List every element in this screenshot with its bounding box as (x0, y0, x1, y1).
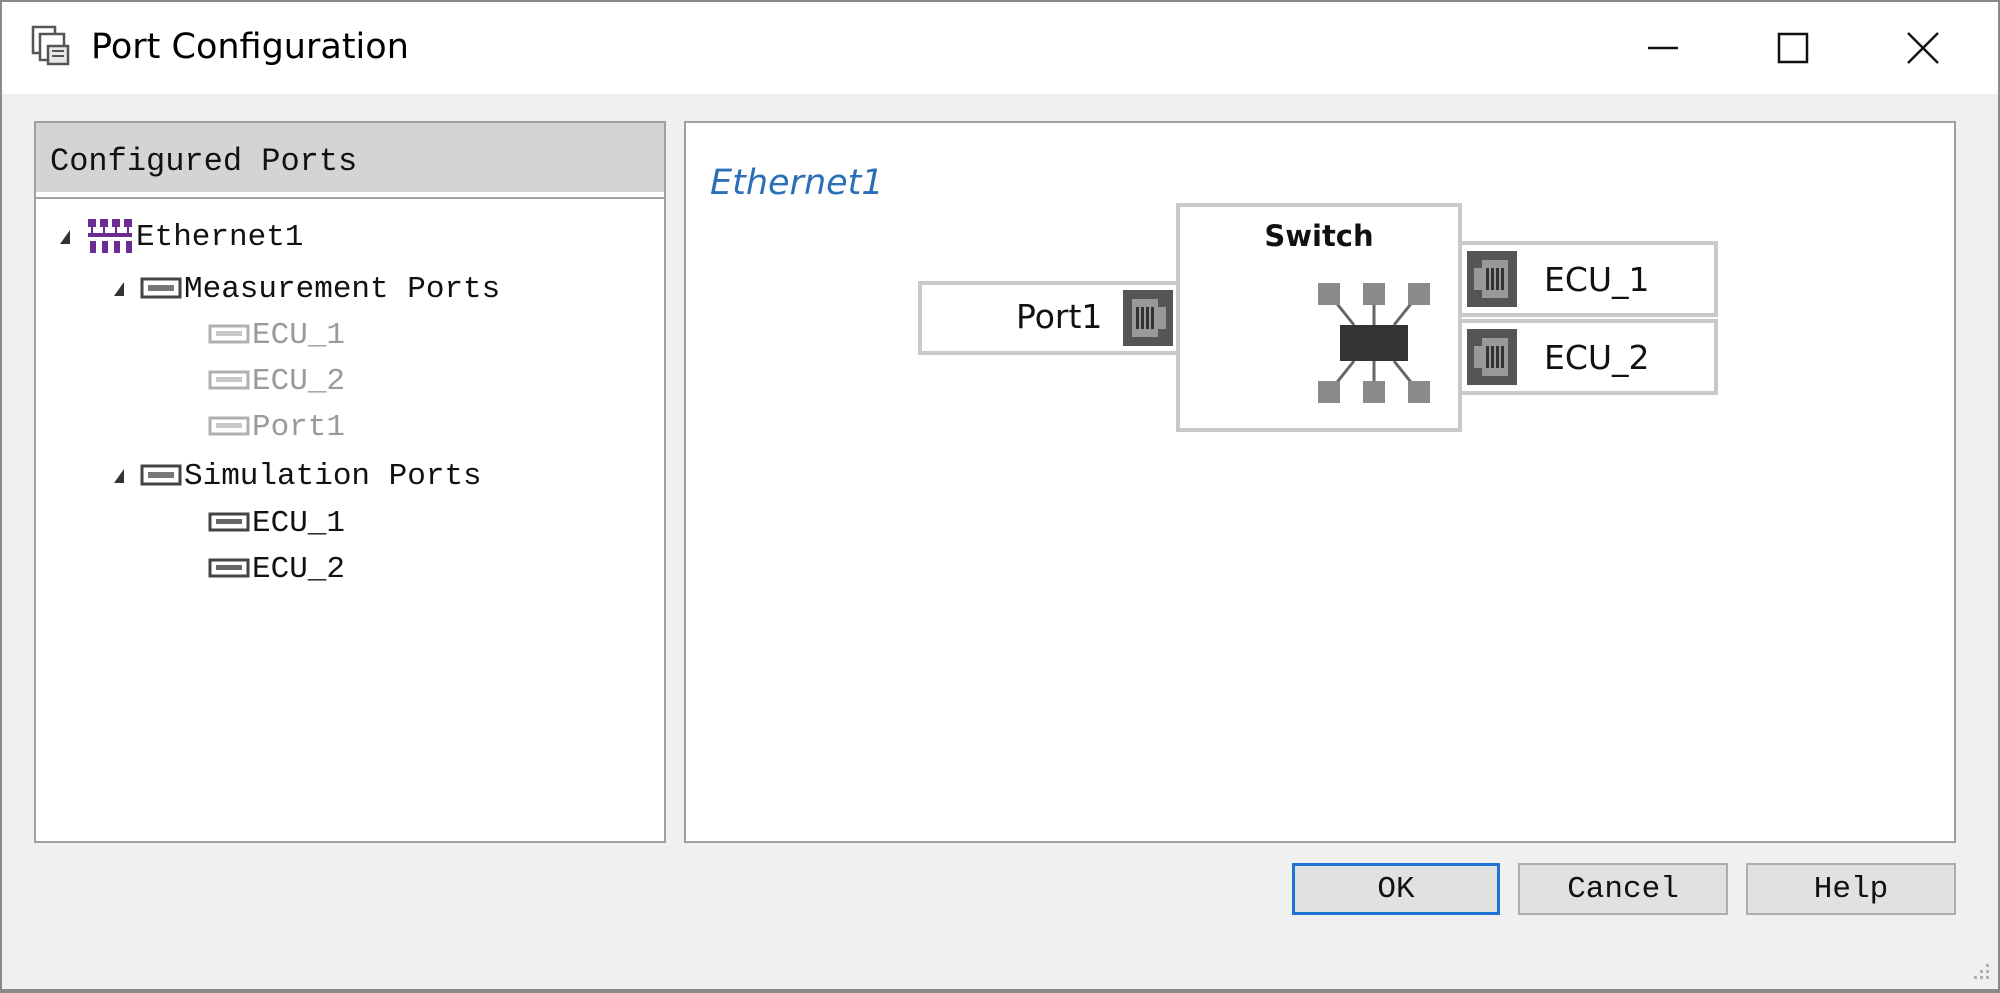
tree-leaf-simulation-ecu2[interactable]: ECU_2 (208, 549, 345, 589)
port-disabled-icon (208, 416, 250, 436)
ok-button[interactable]: OK (1292, 863, 1500, 915)
tree-node-simulation-ports[interactable]: Simulation Ports (114, 456, 482, 496)
tree-label-ethernet1: Ethernet1 (136, 219, 304, 255)
tree-node-measurement-ports[interactable]: Measurement Ports (114, 269, 500, 309)
port-configuration-dialog: Port Configuration Configured Ports Ethe… (0, 0, 2000, 993)
network-diagram-panel: Ethernet1 Port1 Switch ECU_1 ECU_2 (684, 121, 1956, 843)
ethernet-jack-icon (1123, 290, 1173, 346)
cancel-button[interactable]: Cancel (1518, 863, 1728, 915)
minimize-icon (1648, 46, 1678, 50)
ethernet-network-icon (88, 219, 132, 253)
minimize-button[interactable] (1598, 2, 1728, 94)
maximize-button[interactable] (1728, 2, 1858, 94)
port-disabled-icon (208, 324, 250, 344)
configured-ports-header-label: Configured Ports (50, 143, 358, 180)
tree-label-simulation-ecu2: ECU_2 (252, 551, 346, 587)
diagram-port-ecu1-label: ECU_1 (1544, 260, 1650, 299)
port-group-icon (140, 277, 182, 299)
window-title: Port Configuration (91, 27, 409, 67)
switch-label: Switch (1264, 219, 1374, 253)
tree-leaf-simulation-ecu1[interactable]: ECU_1 (208, 503, 345, 543)
tree-leaf-measurement-ecu1[interactable]: ECU_1 (208, 315, 345, 355)
resize-grip-icon[interactable] (1970, 960, 1992, 982)
network-name-label: Ethernet1 (710, 163, 884, 203)
tree-label-measurement-port1: Port1 (252, 409, 346, 445)
port-icon (208, 512, 250, 532)
expand-arrow-icon[interactable] (114, 469, 124, 483)
port-group-icon (140, 464, 182, 486)
ethernet-jack-icon (1467, 329, 1517, 385)
close-button[interactable] (1858, 2, 1988, 94)
network-switch[interactable]: Switch (1176, 203, 1462, 432)
port-icon (208, 558, 250, 578)
diagram-port-ecu2-label: ECU_2 (1544, 338, 1650, 377)
tree-leaf-measurement-ecu2[interactable]: ECU_2 (208, 361, 345, 401)
port-config-app-icon (31, 25, 70, 66)
tree-label-measurement-ports: Measurement Ports (184, 271, 501, 307)
tree-node-ethernet1[interactable]: Ethernet1 (60, 217, 303, 257)
configured-ports-header: Configured Ports (36, 123, 664, 195)
tree-label-measurement-ecu2: ECU_2 (252, 363, 346, 399)
diagram-port-ecu2[interactable]: ECU_2 (1458, 319, 1718, 395)
expand-arrow-icon[interactable] (114, 282, 124, 296)
maximize-icon (1777, 32, 1809, 64)
diagram-port-port1-label: Port1 (1016, 297, 1103, 336)
configured-ports-panel: Configured Ports Ethernet1 Measurement P… (34, 121, 666, 843)
title-bar[interactable]: Port Configuration (2, 2, 1998, 94)
header-divider (36, 197, 664, 199)
diagram-port-ecu1[interactable]: ECU_1 (1458, 241, 1718, 317)
tree-label-simulation-ports: Simulation Ports (184, 458, 482, 494)
tree-leaf-measurement-port1[interactable]: Port1 (208, 407, 345, 447)
tree-label-measurement-ecu1: ECU_1 (252, 317, 346, 353)
close-icon (1907, 32, 1939, 64)
tree-label-simulation-ecu1: ECU_1 (252, 505, 346, 541)
ethernet-jack-icon (1467, 251, 1517, 307)
help-button[interactable]: Help (1746, 863, 1956, 915)
port-disabled-icon (208, 370, 250, 390)
expand-arrow-icon[interactable] (60, 230, 70, 244)
network-switch-icon (1318, 283, 1430, 403)
diagram-port-port1[interactable]: Port1 (918, 281, 1180, 355)
